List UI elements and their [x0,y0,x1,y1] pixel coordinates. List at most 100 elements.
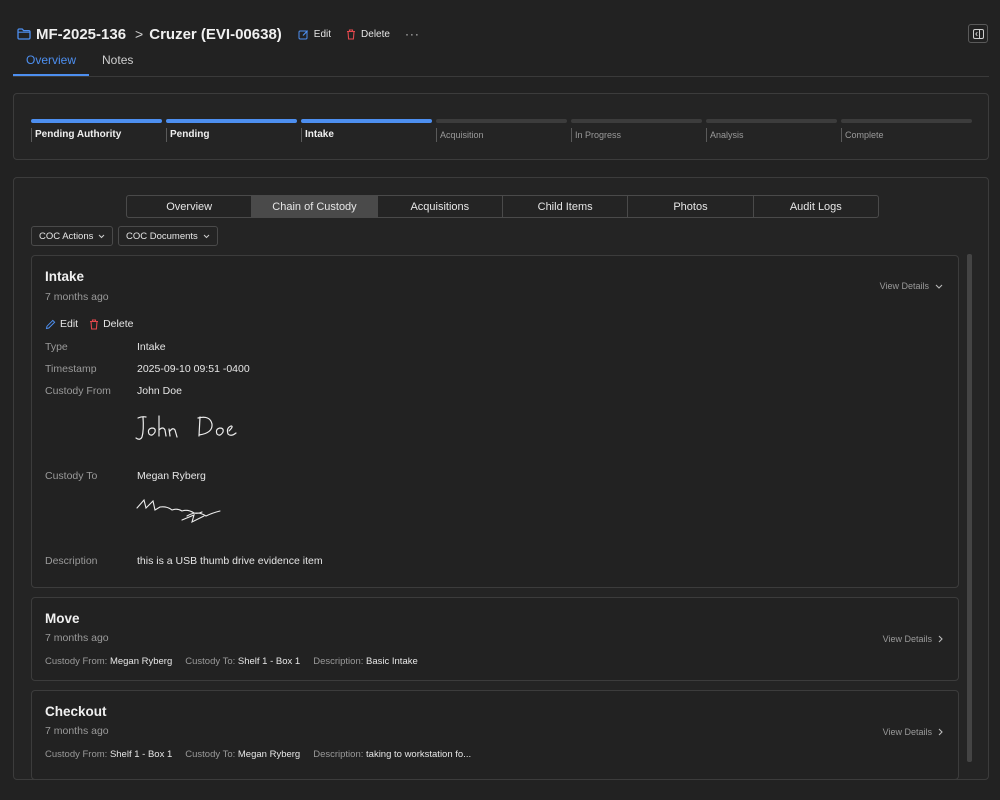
subtab-audit-logs[interactable]: Audit Logs [754,196,878,217]
chevron-down-icon [99,234,105,238]
page-header: MF-2025-136 > Cruzer (EVI-00638) Edit De… [17,24,420,44]
type-value: Intake [137,341,166,353]
entry-title: Intake [45,269,85,284]
subtab-overview[interactable]: Overview [127,196,253,217]
edit-item-button[interactable]: Edit [298,29,331,40]
type-label: Type [45,341,68,353]
summary-custody-to: Custody To: Megan Ryberg [185,749,300,760]
view-details-label: View Details [879,281,929,291]
subtab-acquisitions[interactable]: Acquisitions [378,196,503,217]
stage-progress-bar [166,119,297,123]
summary-custody-from: Custody From: Shelf 1 - Box 1 [45,749,172,760]
entry-time: 7 months ago [45,725,109,737]
custody-to-label: Custody To [45,470,98,482]
summary-custody-from: Custody From: Megan Ryberg [45,656,172,667]
subtab-chain-of-custody[interactable]: Chain of Custody [252,196,378,217]
description-value: this is a USB thumb drive evidence item [137,555,323,567]
summary-from-label: Custody From: [45,749,108,760]
chevron-down-icon [935,284,943,289]
summary-from-value: Shelf 1 - Box 1 [109,749,173,760]
tab-overview[interactable]: Overview [13,50,90,76]
delete-item-button[interactable]: Delete [346,29,390,40]
workflow-status-card: Pending Authority Pending Intake Acquisi… [13,93,989,160]
summary-to-label: Custody To: [185,749,236,760]
summary-description: Description: taking to workstation fo... [313,749,471,760]
stage-in-progress: In Progress [571,119,702,143]
chain-of-custody-panel: Overview Chain of Custody Acquisitions C… [13,177,989,780]
delete-entry-button[interactable]: Delete [89,318,133,330]
stage-progress-bar [841,119,972,123]
view-details-toggle[interactable]: View Details [883,727,943,737]
stage-complete: Complete [841,119,972,143]
edit-entry-button[interactable]: Edit [45,318,78,330]
stage-progress-bar [571,119,702,123]
summary-description-value: taking to workstation fo... [366,749,472,760]
stage-pending: Pending [166,119,297,143]
custody-from-signature [135,415,237,440]
summary-to-value: Megan Ryberg [237,749,301,760]
coc-actions-dropdown[interactable]: COC Actions [31,226,114,246]
entries-scrollbar[interactable] [967,254,972,762]
more-options-button[interactable]: ··· [405,27,420,41]
stage-label: Analysis [706,128,837,142]
top-tabs: Overview Notes [13,50,989,77]
stage-pending-authority: Pending Authority [31,119,162,143]
delete-entry-label: Delete [103,318,134,330]
view-details-toggle[interactable]: View Details [880,281,943,291]
coc-actions-label: COC Actions [39,230,94,242]
folder-icon [17,28,31,40]
entry-summary: Custody From: Shelf 1 - Box 1 Custody To… [45,749,484,760]
entry-title: Move [45,611,80,626]
trash-icon [90,318,99,330]
stage-intake: Intake [301,119,432,143]
view-details-label: View Details [882,727,932,737]
stage-progress-bar [436,119,567,123]
stage-progress-bar [31,119,162,123]
case-id-breadcrumb[interactable]: MF-2025-136 [36,26,126,43]
subtab-photos[interactable]: Photos [628,196,754,217]
stage-label: In Progress [571,128,702,142]
coc-documents-label: COC Documents [126,230,198,242]
coc-entry-intake: Intake 7 months ago View Details Edit De… [31,255,959,588]
summary-description-label: Description: [313,749,364,760]
chevron-right-icon [938,728,943,736]
stage-analysis: Analysis [706,119,837,143]
entry-actions: Edit Delete [45,318,133,330]
trash-icon [347,28,356,40]
chevron-right-icon [938,635,943,643]
panel-toggle-button[interactable] [968,24,988,43]
stage-label: Intake [301,128,432,142]
chevron-down-icon [203,234,210,238]
stage-label: Complete [841,128,972,142]
summary-from-value: Megan Ryberg [109,656,173,667]
summary-to-value: Shelf 1 - Box 1 [237,656,301,667]
edit-icon [298,29,308,39]
custody-from-value: John Doe [137,385,182,397]
timestamp-label: Timestamp [45,363,97,375]
stage-progress-bar [706,119,837,123]
custody-from-label: Custody From [45,385,111,397]
sidebar-toggle-icon [972,28,984,39]
subtab-child-items[interactable]: Child Items [503,196,629,217]
summary-description-value: Basic Intake [366,656,418,667]
stage-acquisition: Acquisition [436,119,567,143]
view-details-toggle[interactable]: View Details [883,634,943,644]
pencil-icon [45,319,56,329]
entry-title: Checkout [45,704,107,719]
summary-description-label: Description: [313,656,364,667]
custody-to-value: Megan Ryberg [137,470,206,482]
entry-summary: Custody From: Megan Ryberg Custody To: S… [45,656,431,667]
edit-item-label: Edit [313,28,332,40]
delete-item-label: Delete [361,28,390,40]
summary-description: Description: Basic Intake [313,656,418,667]
tab-notes[interactable]: Notes [89,50,146,76]
stage-label: Pending Authority [31,128,162,142]
edit-entry-label: Edit [60,318,79,330]
item-subtabs: Overview Chain of Custody Acquisitions C… [126,195,879,218]
entry-time: 7 months ago [45,291,109,303]
summary-to-label: Custody To: [185,656,236,667]
summary-custody-to: Custody To: Shelf 1 - Box 1 [185,656,300,667]
breadcrumb-separator: > [135,26,144,42]
coc-documents-dropdown[interactable]: COC Documents [118,226,218,246]
view-details-label: View Details [882,634,932,644]
